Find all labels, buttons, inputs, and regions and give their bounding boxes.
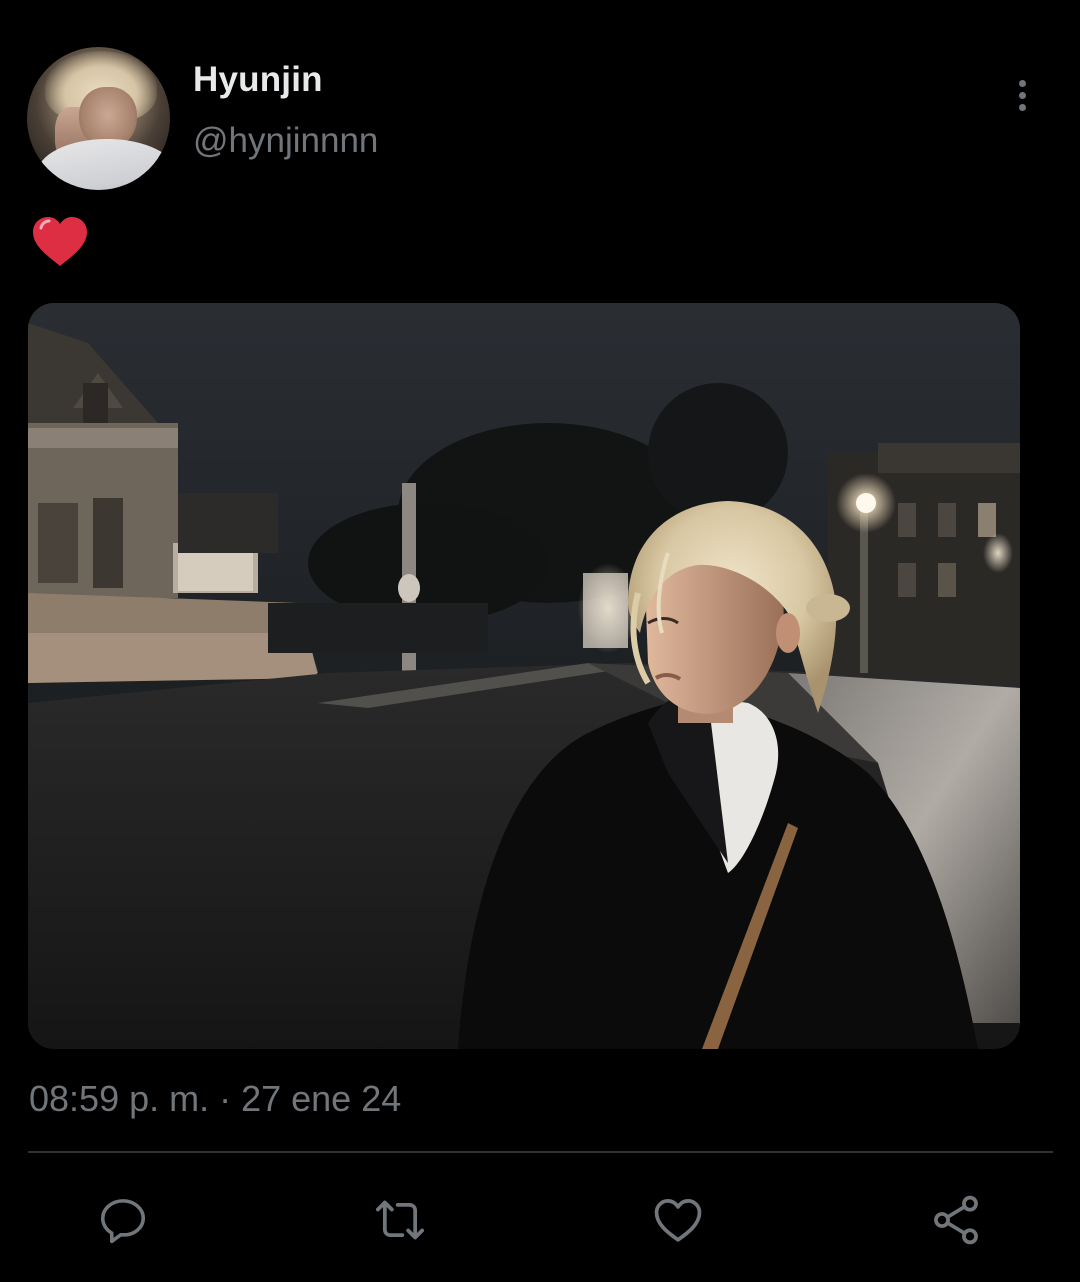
like-button[interactable] bbox=[648, 1190, 708, 1250]
author-handle[interactable]: @hynjinnnn bbox=[193, 121, 378, 161]
tweet-photo[interactable] bbox=[28, 303, 1020, 1049]
retweet-button[interactable] bbox=[370, 1190, 430, 1250]
share-icon bbox=[934, 1195, 978, 1245]
reply-button[interactable] bbox=[93, 1190, 153, 1250]
author-display-name[interactable]: Hyunjin bbox=[193, 60, 323, 100]
more-options-button[interactable] bbox=[1004, 72, 1040, 118]
like-icon bbox=[654, 1199, 702, 1242]
reply-icon bbox=[100, 1199, 146, 1244]
tweet-detail: Hyunjin @hynjinnnn 08:59 p. m. · 27 ene … bbox=[0, 0, 1080, 1282]
tweet-timestamp[interactable]: 08:59 p. m. · 27 ene 24 bbox=[29, 1078, 401, 1120]
retweet-icon bbox=[375, 1200, 425, 1240]
heart-emoji bbox=[33, 217, 87, 266]
photo-night-street bbox=[28, 303, 1020, 1049]
avatar[interactable] bbox=[27, 47, 170, 190]
more-vertical-icon bbox=[1018, 79, 1026, 87]
tweet-text bbox=[30, 212, 90, 272]
share-button[interactable] bbox=[926, 1190, 986, 1250]
divider bbox=[28, 1151, 1053, 1153]
